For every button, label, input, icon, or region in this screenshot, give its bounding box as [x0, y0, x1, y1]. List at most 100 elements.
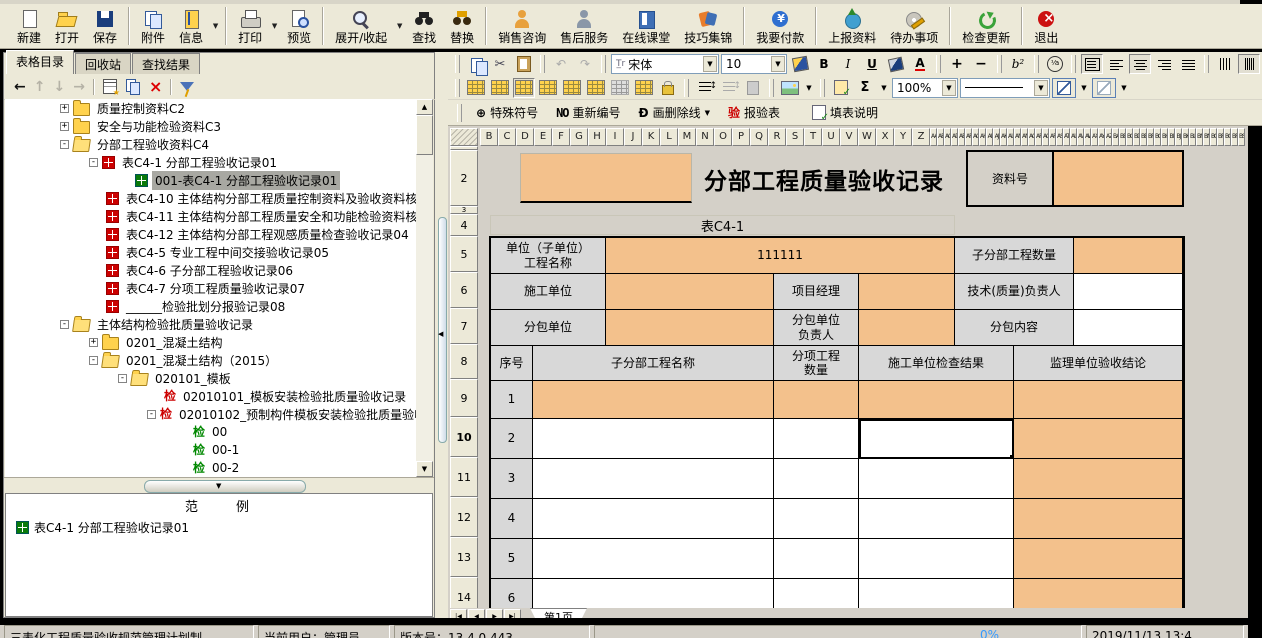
column-header[interactable]: BO — [1210, 128, 1217, 146]
tree-item[interactable]: 001-表C4-1 分部工程验收记录01 — [5, 171, 416, 189]
classroom-button[interactable]: 在线课堂 — [615, 4, 677, 48]
tree-item[interactable]: 检00 — [5, 423, 416, 441]
renumber-button[interactable]: NO 重新编号 — [549, 102, 627, 123]
toolbar-grip[interactable] — [457, 104, 462, 122]
undo-button[interactable]: ↶ — [550, 54, 572, 74]
column-header[interactable]: AC — [944, 128, 951, 146]
item-count-cell[interactable] — [774, 381, 859, 419]
column-header[interactable]: BS — [1238, 128, 1245, 146]
doc-number-field[interactable] — [1054, 152, 1182, 205]
check-result-cell[interactable] — [859, 539, 1014, 579]
dropdown-arrow-icon[interactable]: ▼ — [1034, 80, 1048, 96]
column-header[interactable]: AP — [1035, 128, 1042, 146]
toolbar-grip[interactable] — [601, 55, 606, 73]
fraction-button[interactable]: ⅟a — [1044, 54, 1066, 74]
open-button[interactable]: 打开 — [48, 4, 86, 48]
insert-table-button[interactable] — [633, 78, 655, 98]
tree-item[interactable]: 检02010101_模板安装检验批质量验收记录 — [5, 387, 416, 405]
form-edit-button[interactable] — [830, 78, 852, 98]
align-right-button[interactable] — [1153, 54, 1175, 74]
item-count-cell[interactable] — [774, 499, 859, 539]
fill-color-button[interactable] — [885, 54, 907, 74]
aftersales-button[interactable]: 售后服务 — [553, 4, 615, 48]
toolbar-grip[interactable] — [1071, 55, 1076, 73]
column-header[interactable]: BC — [1126, 128, 1133, 146]
align-justify-button[interactable] — [1177, 54, 1199, 74]
subpart-name-cell[interactable] — [533, 381, 774, 419]
column-header[interactable]: I — [606, 128, 624, 146]
border-color-dropdown[interactable]: ▼ — [1078, 78, 1090, 98]
example-item[interactable]: 表C4-1 分部工程验收记录01 — [6, 515, 432, 536]
tree-item[interactable]: -0201_混凝土结构（2015） — [5, 351, 416, 369]
column-header[interactable]: R — [768, 128, 786, 146]
column-header[interactable]: E — [534, 128, 552, 146]
copy-form-icon[interactable] — [125, 79, 141, 94]
toolbar-grip[interactable] — [997, 55, 1002, 73]
subcontract-content-field[interactable] — [1074, 310, 1183, 346]
row-height-decrease-button[interactable] — [718, 78, 740, 98]
tree-collapse-icon[interactable]: - — [60, 320, 69, 329]
tree-item[interactable]: -020101_模板 — [5, 369, 416, 387]
column-header[interactable]: U — [822, 128, 840, 146]
acceptance-conclusion-cell[interactable] — [1014, 459, 1183, 499]
column-header[interactable]: C — [498, 128, 516, 146]
border-style-dropdown[interactable]: ▼ — [1118, 78, 1130, 98]
row-header[interactable]: 3 — [450, 206, 478, 214]
pay-button[interactable]: 我要付款 — [749, 4, 811, 48]
column-header[interactable]: AE — [958, 128, 965, 146]
tree-item[interactable]: 检00-2 — [5, 459, 416, 477]
scroll-down-icon[interactable]: ▼ — [416, 461, 433, 477]
tree-item[interactable]: -表C4-1 分部工程验收记录01 — [5, 153, 416, 171]
insert-row-button[interactable] — [561, 78, 583, 98]
column-header[interactable]: AQ — [1042, 128, 1049, 146]
toolbar-grip[interactable] — [455, 55, 460, 73]
column-header[interactable]: BG — [1154, 128, 1161, 146]
column-header[interactable]: J — [624, 128, 642, 146]
column-header[interactable]: BJ — [1175, 128, 1182, 146]
shading-button[interactable] — [609, 78, 631, 98]
column-header[interactable]: BR — [1231, 128, 1238, 146]
column-header[interactable]: BA — [1112, 128, 1119, 146]
column-header[interactable]: AT — [1063, 128, 1070, 146]
column-header[interactable]: AM — [1014, 128, 1021, 146]
check-result-cell[interactable] — [859, 579, 1014, 608]
column-header[interactable]: W — [858, 128, 876, 146]
insert-col-left-button[interactable] — [465, 78, 487, 98]
split-cell-button[interactable] — [537, 78, 559, 98]
underline-button[interactable]: U — [861, 54, 883, 74]
column-header[interactable]: Q — [750, 128, 768, 146]
decrease-font-button[interactable]: − — [970, 54, 992, 74]
column-header[interactable]: BL — [1189, 128, 1196, 146]
print-button[interactable]: 打印 — [231, 4, 269, 48]
title-left-field[interactable] — [520, 153, 692, 203]
column-header[interactable]: V — [840, 128, 858, 146]
column-header[interactable]: BN — [1203, 128, 1210, 146]
tree-item[interactable]: 表C4-12 主体结构分部工程观感质量检查验收记录04 — [5, 225, 416, 243]
item-count-cell[interactable] — [774, 419, 859, 459]
column-header[interactable]: BI — [1168, 128, 1175, 146]
subpart-name-cell[interactable] — [533, 499, 774, 539]
superscript-button[interactable]: b² — [1007, 54, 1029, 74]
expand-button[interactable]: 展开/收起 — [328, 4, 394, 48]
acceptance-conclusion-cell[interactable] — [1014, 579, 1183, 608]
row-header[interactable]: 11 — [450, 457, 478, 497]
print-dropdown-arrow[interactable]: ▼ — [269, 5, 280, 47]
scroll-thumb[interactable] — [416, 115, 433, 155]
tree-vertical-scrollbar[interactable]: ▲ ▼ — [416, 99, 433, 477]
nav-back-icon[interactable]: ← — [14, 80, 26, 94]
dropdown-arrow-icon[interactable]: ▼ — [705, 109, 710, 117]
row-header[interactable]: 9 — [450, 379, 478, 417]
column-header[interactable]: AV — [1077, 128, 1084, 146]
vertical-text-center-button[interactable] — [1238, 54, 1260, 74]
column-header[interactable]: BH — [1161, 128, 1168, 146]
unit-project-name-field[interactable]: 111111 — [606, 238, 955, 274]
column-header[interactable]: AX — [1091, 128, 1098, 146]
column-header[interactable]: AO — [1028, 128, 1035, 146]
select-all-corner[interactable] — [450, 128, 478, 146]
column-header[interactable]: AW — [1084, 128, 1091, 146]
tab-查找结果[interactable]: 查找结果 — [132, 53, 200, 74]
column-header[interactable]: T — [804, 128, 822, 146]
toolbar-grip[interactable] — [684, 79, 689, 97]
dropdown-arrow-icon[interactable]: ▼ — [703, 56, 717, 72]
splitter-handle[interactable] — [144, 480, 306, 493]
